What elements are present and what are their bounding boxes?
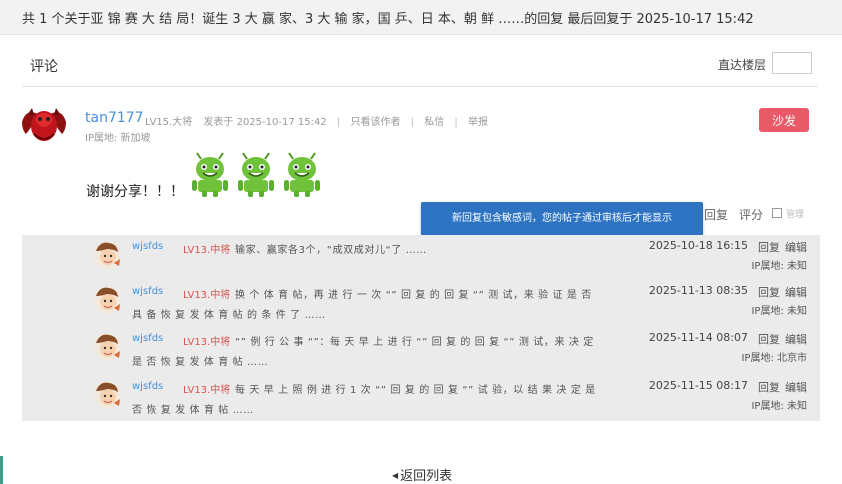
post-ip-location: IP属地: 新加坡 — [85, 133, 151, 144]
android-emoji-icon — [192, 152, 228, 197]
separator: | — [336, 117, 341, 128]
manage-label: 管理 — [786, 210, 805, 220]
post-time: 发表于 2025-10-17 15:42 — [203, 117, 327, 128]
reply-date: 2025-11-14 08:07 — [648, 331, 748, 344]
user-level: LV15.大将 — [145, 117, 193, 128]
manage-checkbox[interactable] — [772, 208, 782, 218]
reply-list: wjsfds LV13.中将 输家、赢家各3个，“成双成对儿“了 …… 2025… — [22, 235, 820, 421]
private-message-link[interactable]: 私信 — [424, 117, 444, 128]
rate-action[interactable]: 评分 — [739, 206, 763, 223]
reply-reply-link[interactable]: 回复 — [758, 331, 780, 347]
moderation-toast: 新回复包含敏感词，您的帖子通过审核后才能显示 — [421, 202, 703, 236]
caret-left-icon: ◀ — [392, 471, 399, 480]
separator: | — [410, 117, 415, 128]
reply-edit-link[interactable]: 编辑 — [785, 284, 807, 300]
comment-header: 评论 直达楼层 — [22, 52, 818, 87]
reply-date: 2025-11-15 08:17 — [648, 379, 748, 392]
reply-ip-location: IP属地: 北京市 — [741, 353, 807, 364]
reply-text: “” 例 行 公 事 “”：每 天 早 上 进 行 “” 回 复 的 回 复 “… — [132, 337, 594, 368]
reply-edit-link[interactable]: 编辑 — [785, 239, 807, 255]
comment-label: 评论 — [30, 59, 58, 75]
reply-edit-link[interactable]: 编辑 — [785, 331, 807, 347]
reply-item: wjsfds LV13.中将 输家、赢家各3个，“成双成对儿“了 …… 2025… — [22, 235, 820, 281]
reply-ip-location: IP属地: 未知 — [751, 306, 807, 317]
reply-reply-link[interactable]: 回复 — [758, 239, 780, 255]
reply-item: wjsfds LV13.中将 每 天 早 上 照 例 进 行 1 次 “” 回 … — [22, 375, 820, 421]
reply-text: 每 天 早 上 照 例 进 行 1 次 “” 回 复 的 回 复 “” 试 验，… — [132, 385, 596, 416]
reply-avatar[interactable] — [92, 239, 122, 271]
side-edge-marker — [0, 456, 3, 484]
separator: | — [454, 117, 458, 128]
reply-item: wjsfds LV13.中将 换 个 体 育 帖，再 进 行 一 次 “” 回 … — [22, 280, 820, 326]
back-to-list-link[interactable]: ◀ 返回列表 — [392, 465, 452, 484]
reply-avatar[interactable] — [92, 379, 122, 411]
reply-date: 2025-10-18 16:15 — [648, 239, 748, 252]
page: { "topbar": { "title": "共 1 个关于亚 锦 赛 大 结… — [0, 0, 842, 484]
reply-text: 换 个 体 育 帖，再 进 行 一 次 “” 回 复 的 回 复 “” 测 试，… — [132, 290, 592, 321]
reply-text: 输家、赢家各3个，“成双成对儿“了 …… — [235, 245, 427, 256]
reply-reply-link[interactable]: 回复 — [758, 284, 780, 300]
reply-action[interactable]: 回复 — [704, 206, 728, 223]
reply-ip-location: IP属地: 未知 — [751, 261, 807, 272]
sofa-floor-button[interactable]: 沙发 — [759, 108, 809, 132]
reply-ip-location: IP属地: 未知 — [751, 401, 807, 412]
post-username[interactable]: tan7177 — [85, 110, 144, 126]
reply-reply-link[interactable]: 回复 — [758, 379, 780, 395]
reply-edit-link[interactable]: 编辑 — [785, 379, 807, 395]
thread-title-bar: 共 1 个关于亚 锦 赛 大 结 局！诞生 3 大 赢 家、3 大 输 家，国 … — [0, 0, 842, 35]
reply-date: 2025-11-13 08:35 — [648, 284, 748, 297]
jump-floor-input[interactable] — [772, 52, 812, 74]
jump-floor-label: 直达楼层 — [717, 58, 766, 72]
back-to-list-label: 返回列表 — [400, 469, 453, 484]
thread-title: 共 1 个关于亚 锦 赛 大 结 局！诞生 3 大 赢 家、3 大 输 家，国 … — [22, 12, 754, 27]
user-avatar[interactable] — [20, 104, 68, 146]
reply-avatar[interactable] — [92, 284, 122, 316]
reply-item: wjsfds LV13.中将 “” 例 行 公 事 “”：每 天 早 上 进 行… — [22, 327, 820, 373]
android-emoji-icon — [284, 152, 320, 197]
android-emoji-icon — [238, 152, 274, 197]
post-content: 谢谢分享！！！ — [86, 184, 184, 200]
post-meta: LV15.大将 发表于 2025-10-17 15:42 | 只看该作者 | 私… — [145, 113, 488, 128]
view-author-link[interactable]: 只看该作者 — [350, 117, 400, 128]
reply-avatar[interactable] — [92, 331, 122, 363]
report-link[interactable]: 举报 — [468, 117, 488, 128]
